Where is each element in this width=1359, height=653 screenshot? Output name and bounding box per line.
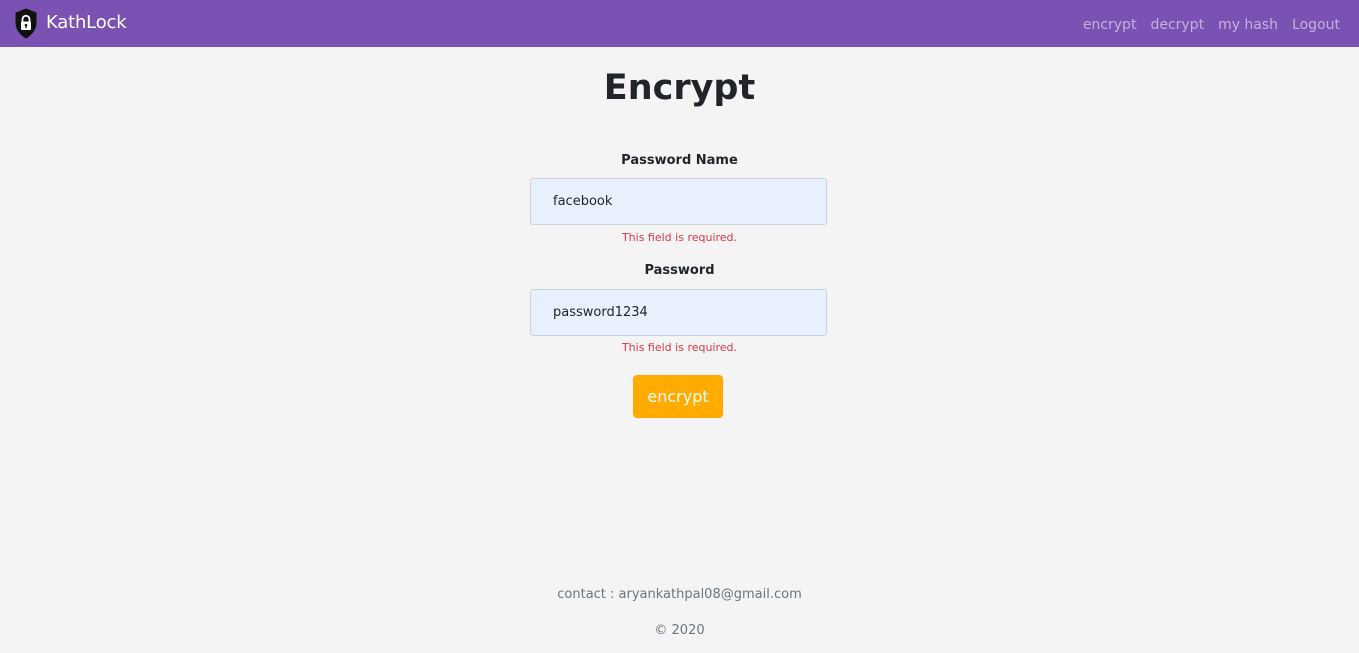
footer-copyright: © 2020 — [654, 623, 705, 638]
encrypt-button[interactable]: encrypt — [633, 375, 723, 418]
password-name-error: This field is required. — [621, 231, 738, 244]
navbar: KathLock encrypt decrypt my hash Logout — [0, 0, 1359, 47]
nav-link-encrypt[interactable]: encrypt — [1083, 15, 1137, 35]
footer-contact: contact : aryankathpal08@gmail.com — [557, 587, 802, 602]
password-label: Password — [644, 263, 715, 278]
password-name-input[interactable] — [530, 178, 827, 225]
brand-name: KathLock — [46, 12, 127, 33]
nav-links: encrypt decrypt my hash Logout — [1083, 15, 1340, 35]
shield-lock-icon — [15, 7, 37, 39]
nav-link-logout[interactable]: Logout — [1292, 15, 1340, 35]
password-input[interactable] — [530, 289, 827, 336]
page-title: Encrypt — [603, 68, 756, 108]
nav-link-decrypt[interactable]: decrypt — [1150, 15, 1204, 35]
brand-link[interactable]: KathLock — [14, 7, 127, 39]
password-error: This field is required. — [621, 341, 738, 354]
password-name-label: Password Name — [621, 153, 738, 168]
nav-link-my-hash[interactable]: my hash — [1218, 15, 1278, 35]
